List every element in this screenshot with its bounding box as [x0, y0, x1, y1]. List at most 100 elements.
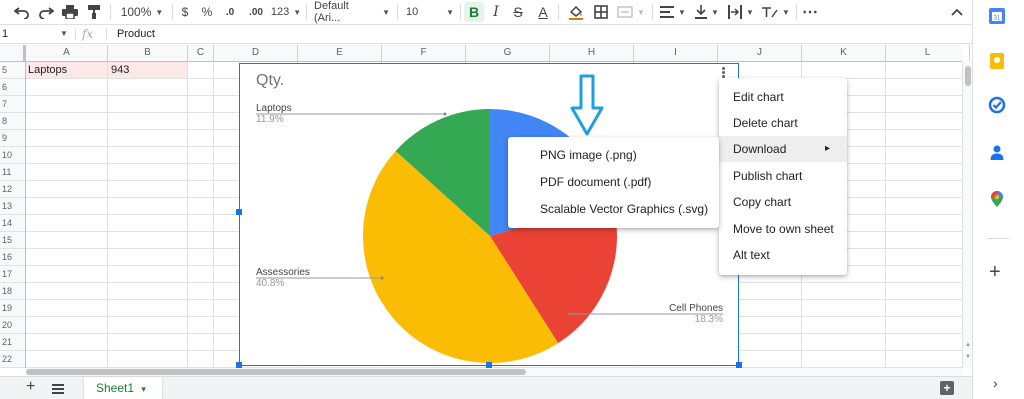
menu-item-edit-chart[interactable]: Edit chart — [719, 84, 847, 110]
column-header-i[interactable]: I — [634, 45, 718, 61]
row-header-11[interactable]: 11 — [0, 164, 25, 181]
submenu-arrow-icon: ▸ — [825, 143, 831, 154]
maps-icon[interactable] — [988, 190, 1008, 210]
font-size-value: 10 — [406, 6, 419, 18]
borders-icon[interactable] — [592, 2, 610, 22]
row-header-6[interactable]: 6 — [0, 79, 25, 96]
undo-icon[interactable] — [12, 2, 32, 22]
column-header-l[interactable]: L — [886, 45, 970, 61]
column-header-f[interactable]: F — [382, 45, 466, 61]
menu-item-move-to-own-sheet[interactable]: Move to own sheet — [719, 216, 847, 242]
menu-item-publish-chart[interactable]: Publish chart — [719, 163, 847, 189]
vertical-scroll-thumb[interactable] — [965, 66, 971, 86]
zoom-select[interactable]: 100% ▼ — [118, 2, 166, 22]
row-header-20[interactable]: 20 — [0, 317, 25, 334]
column-header-a[interactable]: A — [26, 45, 108, 61]
horizontal-scrollbar[interactable] — [26, 368, 962, 376]
column-header-j[interactable]: J — [718, 45, 802, 61]
row-header-9[interactable]: 9 — [0, 130, 25, 147]
column-header-k[interactable]: K — [802, 45, 886, 61]
menu-item-download[interactable]: Download ▸ — [719, 136, 847, 162]
tab-sheet1[interactable]: Sheet1 ▾ — [84, 377, 162, 399]
grid-column-line — [213, 62, 214, 368]
show-side-panel-icon[interactable]: › — [993, 375, 998, 391]
column-header-g[interactable]: G — [466, 45, 550, 61]
formula-input[interactable]: Product — [117, 25, 155, 43]
redo-icon[interactable] — [36, 2, 56, 22]
vertical-scrollbar[interactable]: ▲ ▼ — [962, 62, 972, 368]
more-formats-button[interactable]: 123 ▼ — [270, 2, 302, 22]
resize-handle[interactable] — [236, 209, 242, 215]
decrease-decimals-button[interactable]: .0 — [220, 2, 240, 22]
more-options-button[interactable]: ⋯ — [800, 2, 820, 22]
pie-label-group: Laptops11.9% — [256, 103, 447, 125]
cell-a5[interactable]: Laptops — [28, 62, 108, 79]
scroll-down-icon[interactable]: ▼ — [965, 354, 971, 360]
all-sheets-icon[interactable] — [52, 383, 64, 397]
text-wrapping-icon[interactable]: ▼ — [726, 2, 756, 22]
explore-plus-icon[interactable]: + — [940, 381, 954, 395]
select-all-corner[interactable] — [0, 45, 26, 61]
menu-item-png[interactable]: PNG image (.png) — [508, 142, 719, 168]
row-header-17[interactable]: 17 — [0, 266, 25, 283]
row-header-12[interactable]: 12 — [0, 181, 25, 198]
pie-leader-dot — [568, 312, 572, 316]
pie-value-label: 18.3% — [695, 314, 723, 325]
strikethrough-button[interactable]: S — [510, 2, 526, 22]
more-formats-label: 123 — [270, 6, 290, 18]
keep-icon[interactable] — [988, 52, 1008, 72]
caret-down-icon: ▾ — [141, 384, 146, 394]
column-header-c[interactable]: C — [188, 45, 214, 61]
calendar-icon[interactable]: 31 — [988, 7, 1008, 27]
cell-b5[interactable]: 943 — [111, 62, 181, 79]
vertical-align-icon[interactable]: ▼ — [692, 2, 722, 22]
menu-item-alt-text[interactable]: Alt text — [719, 242, 847, 268]
paint-format-icon[interactable] — [84, 2, 104, 22]
toolbar-divider — [397, 4, 398, 20]
contacts-icon[interactable] — [988, 143, 1008, 163]
horizontal-scroll-thumb[interactable] — [26, 369, 526, 375]
scroll-up-icon[interactable]: ▲ — [965, 342, 971, 348]
merge-cells-icon[interactable]: ▼ — [614, 2, 648, 22]
row-header-16[interactable]: 16 — [0, 249, 25, 266]
column-header-b[interactable]: B — [108, 45, 188, 61]
row-header-15[interactable]: 15 — [0, 232, 25, 249]
row-header-7[interactable]: 7 — [0, 96, 25, 113]
horizontal-align-icon[interactable]: ▼ — [658, 2, 688, 22]
row-header-13[interactable]: 13 — [0, 198, 25, 215]
add-sheet-button[interactable]: + — [26, 377, 35, 397]
currency-format-button[interactable]: $ — [178, 2, 192, 22]
caret-down-icon[interactable]: ▼ — [60, 25, 68, 43]
column-header-e[interactable]: E — [298, 45, 382, 61]
column-header-d[interactable]: D — [214, 45, 298, 61]
row-header-21[interactable]: 21 — [0, 334, 25, 351]
bold-button[interactable]: B — [464, 2, 484, 22]
font-size-select[interactable]: 10 ▼ — [404, 2, 456, 22]
italic-button[interactable]: I — [488, 2, 504, 22]
row-header-10[interactable]: 10 — [0, 147, 25, 164]
row-header-19[interactable]: 19 — [0, 300, 25, 317]
text-color-button[interactable]: A — [534, 2, 552, 22]
menu-item-delete-chart[interactable]: Delete chart — [719, 110, 847, 136]
row-header-22[interactable]: 22 — [0, 351, 25, 368]
print-icon[interactable] — [60, 2, 80, 22]
row-header-14[interactable]: 14 — [0, 215, 25, 232]
menu-item-copy-chart[interactable]: Copy chart — [719, 189, 847, 215]
menu-item-pdf[interactable]: PDF document (.pdf) — [508, 169, 719, 195]
increase-decimals-button[interactable]: .00 — [244, 2, 268, 22]
menu-item-svg[interactable]: Scalable Vector Graphics (.svg) — [508, 196, 719, 222]
toolbar-divider — [460, 4, 461, 20]
font-family-select[interactable]: Default (Ari... ▼ — [314, 0, 390, 24]
collapse-menu-icon[interactable] — [948, 2, 966, 22]
row-header-18[interactable]: 18 — [0, 283, 25, 300]
caret-down-icon: ▼ — [746, 7, 754, 17]
column-header-h[interactable]: H — [550, 45, 634, 61]
row-header-8[interactable]: 8 — [0, 113, 25, 130]
percent-format-button[interactable]: % — [200, 2, 214, 22]
tasks-icon[interactable] — [988, 96, 1008, 116]
get-add-ons-button[interactable]: + — [989, 262, 1001, 282]
fill-color-icon[interactable] — [566, 2, 586, 22]
row-header-5[interactable]: 5 — [0, 62, 25, 79]
text-rotation-icon[interactable]: ▼ — [760, 2, 792, 22]
pie-label: Assessories — [256, 267, 310, 278]
